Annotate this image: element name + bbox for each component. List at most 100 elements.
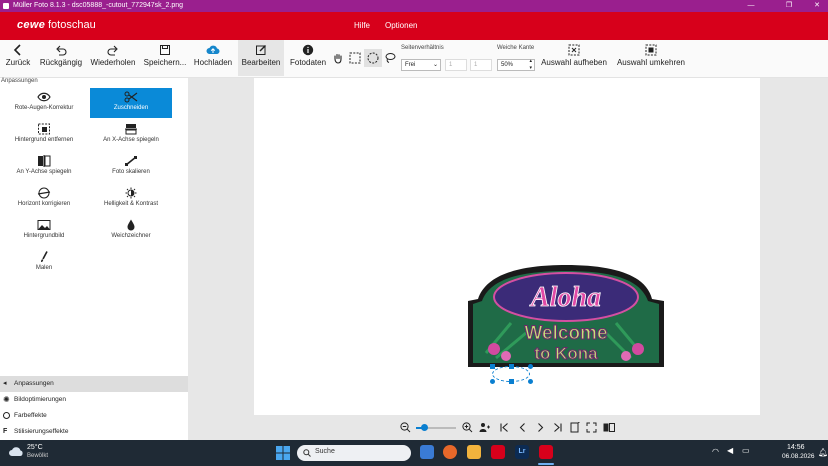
ellipse-select-icon[interactable] [367, 52, 379, 64]
rectangle-select-icon[interactable] [349, 52, 361, 64]
mueller-foto-active-icon[interactable] [539, 445, 553, 459]
droplet-icon [127, 219, 135, 231]
horizon-icon [37, 187, 51, 199]
firefox-icon[interactable] [443, 445, 457, 459]
save-button[interactable]: Speichern... [143, 40, 187, 76]
mueller-foto-icon[interactable] [491, 445, 505, 459]
add-person-icon[interactable] [479, 422, 490, 433]
section-optimization-label: Bildoptimierungen [14, 396, 67, 403]
hand-tool-icon[interactable] [332, 52, 344, 64]
selection-handle[interactable] [509, 364, 514, 369]
selection-handle[interactable] [490, 379, 495, 384]
search-box[interactable]: Suche [297, 445, 411, 461]
edit-label: Bearbeiten [241, 58, 281, 67]
straighten-tool[interactable]: Horizont korrigieren [3, 184, 85, 214]
work-area: Aloha Welcome to Kona [188, 78, 828, 440]
remove-background-icon [38, 123, 50, 135]
blur-tool[interactable]: Weichzeichner [90, 216, 172, 246]
menu-help[interactable]: Hilfe [354, 21, 370, 30]
scale-photo-tool[interactable]: Foto skalieren [90, 152, 172, 182]
fullscreen-icon[interactable] [586, 422, 597, 433]
clock-time: 14:56 [787, 444, 805, 451]
redo-label: Wiederholen [90, 58, 136, 67]
selection-handle[interactable] [490, 364, 495, 369]
deselect-button[interactable]: Auswahl aufheben [541, 40, 607, 76]
battery-icon[interactable]: ▭ [742, 446, 750, 455]
flip-y-tool[interactable]: An Y-Achse spiegeln [3, 152, 85, 182]
edit-button[interactable]: Bearbeiten [238, 40, 284, 76]
invert-selection-icon [645, 44, 657, 56]
remove-background-tool[interactable]: Hintergrund entfernen [3, 120, 85, 150]
flip-x-label: An X-Achse spiegeln [103, 137, 159, 143]
sun-icon: ✺ [3, 395, 10, 404]
brush-icon [41, 251, 48, 262]
brand-name: fotoschau [48, 19, 96, 31]
save-label: Speichern... [143, 58, 187, 67]
selection-handle[interactable] [528, 364, 533, 369]
section-stylize[interactable]: F Stilisierungseffekte [0, 424, 188, 440]
invert-selection-button[interactable]: Auswahl umkehren [616, 40, 686, 76]
compare-icon[interactable] [603, 422, 615, 433]
red-eye-label: Rote-Augen-Korrektur [14, 105, 74, 111]
upload-button[interactable]: Hochladen [193, 40, 233, 76]
background-image-label: Hintergrundbild [23, 233, 65, 239]
crop-tool[interactable]: Zuschneiden [90, 88, 172, 118]
feather-value: 50% [501, 62, 514, 68]
zoom-bar [188, 418, 828, 438]
section-adjustments[interactable]: ◂ Anpassungen [0, 376, 188, 392]
zoom-in-icon[interactable] [462, 422, 473, 433]
fit-page-icon[interactable] [569, 422, 580, 433]
aspect-ratio-select[interactable]: Frei ⌄ [401, 59, 441, 71]
photodata-button[interactable]: Fotodaten [288, 40, 328, 76]
maximize-button[interactable]: ❐ [778, 0, 800, 12]
zoom-out-icon[interactable] [400, 422, 411, 433]
red-eye-tool[interactable]: Rote-Augen-Korrektur [3, 88, 85, 118]
minimize-button[interactable]: — [740, 0, 762, 12]
file-explorer-icon[interactable] [467, 445, 481, 459]
section-optimization[interactable]: ✺ Bildoptimierungen [0, 392, 188, 408]
zoom-slider-knob[interactable] [420, 424, 428, 431]
flip-x-tool[interactable]: An X-Achse spiegeln [90, 120, 172, 150]
cewe-logo: cewe [17, 19, 46, 31]
undo-icon [56, 45, 67, 56]
next-icon[interactable] [535, 422, 546, 433]
windows-start-icon[interactable] [276, 446, 290, 460]
mail-app-icon[interactable] [420, 445, 434, 459]
wifi-icon[interactable]: ◠ [712, 447, 719, 456]
feather-input[interactable]: 50% ▴ ▾ [497, 58, 535, 71]
lasso-icon[interactable] [384, 52, 396, 64]
section-stylize-label: Stilisierungseffekte [14, 428, 69, 435]
back-button[interactable]: Zurück [2, 40, 34, 76]
paint-tool[interactable]: Malen [3, 248, 85, 278]
search-icon [303, 449, 311, 457]
brightness-contrast-label: Helligkeit & Kontrast [103, 201, 159, 207]
brightness-icon [125, 187, 137, 199]
brightness-contrast-tool[interactable]: Helligkeit & Kontrast [90, 184, 172, 214]
app-header: cewe fotoschau Hilfe Optionen [0, 12, 828, 40]
save-icon [160, 45, 170, 55]
redo-button[interactable]: Wiederholen [90, 40, 136, 76]
ratio-width-input[interactable]: 1 [445, 59, 467, 71]
paint-label: Malen [35, 265, 53, 271]
arrow-left-icon [13, 44, 21, 56]
invert-selection-label: Auswahl umkehren [616, 58, 686, 67]
ratio-width-value: 1 [449, 62, 453, 68]
remove-background-label: Hintergrund entfernen [14, 137, 74, 143]
menu-options[interactable]: Optionen [385, 21, 417, 30]
background-image-tool[interactable]: Hintergrundbild [3, 216, 85, 246]
selection-handle[interactable] [528, 379, 533, 384]
photo-canvas[interactable]: Aloha Welcome to Kona [254, 78, 760, 415]
close-button[interactable]: ✕ [806, 0, 828, 12]
lightroom-icon[interactable]: Lr [515, 445, 529, 459]
last-page-icon[interactable] [552, 422, 563, 433]
undo-button[interactable]: Rückgängig [38, 40, 84, 76]
first-page-icon[interactable] [499, 422, 510, 433]
title-bar: Müller Foto 8.1.3 - dsc05888_-cutout_772… [0, 0, 828, 12]
speaker-icon[interactable]: ◀ [727, 446, 733, 455]
notifications-icon[interactable]: 🔔︎ [818, 448, 828, 457]
undo-label: Rückgängig [39, 58, 83, 67]
ratio-height-input[interactable]: 1 [470, 59, 492, 71]
section-color-effects[interactable]: Farbeffekte [0, 408, 188, 424]
selection-handle[interactable] [509, 379, 514, 384]
previous-icon[interactable] [517, 422, 528, 433]
